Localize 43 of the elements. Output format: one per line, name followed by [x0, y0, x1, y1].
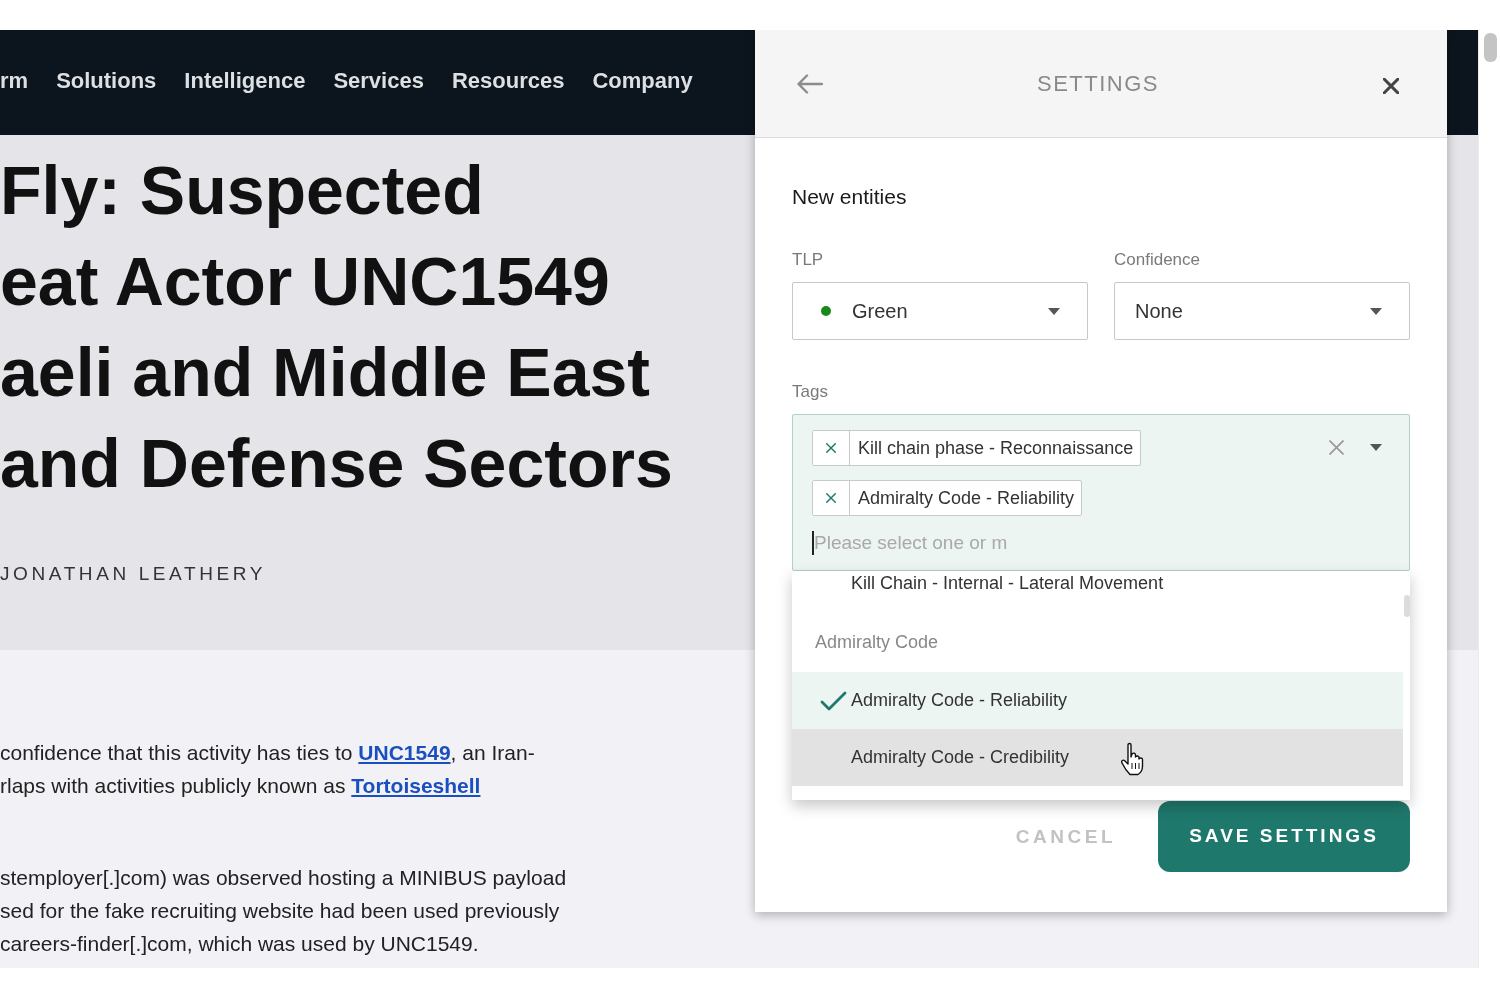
remove-tag-button[interactable] [813, 431, 850, 465]
nav-link[interactable]: Solutions [56, 66, 157, 95]
tags-search-input[interactable]: Please select one or m [812, 527, 1032, 560]
remove-tag-button[interactable] [813, 481, 850, 515]
nav-link[interactable]: rm [0, 66, 29, 95]
nav-link[interactable]: Company [592, 66, 693, 95]
article-paragraph: confidence that this activity has ties to UNC1549, an Iran- rlaps with activities publicly known as Tortoiseshell [0, 740, 535, 799]
save-settings-button[interactable]: SAVE SETTINGS [1158, 801, 1410, 872]
dropdown-option[interactable]: Kill Chain - Internal - Lateral Movement [792, 571, 1403, 612]
article-headline: Fly: Suspected eat Actor UNC1549 aeli and Middle East and Defense Sectors [0, 151, 673, 503]
field-label: Tags [792, 382, 828, 402]
author-name: JONATHAN LEATHERY [0, 562, 267, 586]
field-label: Confidence [1114, 250, 1200, 270]
panel-title: SETTINGS [1037, 70, 1159, 98]
dropdown-option[interactable]: Admiralty Code - Credibility [792, 729, 1403, 786]
close-icon [826, 443, 836, 453]
scrollbar-thumb[interactable] [1484, 33, 1497, 62]
text-cursor-icon [812, 531, 814, 555]
section-title: New entities [792, 184, 907, 210]
back-arrow-icon[interactable] [797, 73, 823, 94]
confidence-select[interactable]: None [1114, 282, 1410, 340]
nav-link[interactable]: Resources [451, 66, 565, 95]
tlp-select[interactable]: Green [792, 282, 1088, 340]
nav-link[interactable]: Intelligence [184, 66, 306, 95]
tag-label: Admiralty Code - Reliability [857, 486, 1076, 510]
tags-field[interactable]: Kill chain phase - Reconnaissance Admiralty Code - Reliability Please select one or m [792, 414, 1410, 571]
article-paragraph: stemployer[.]com) was observed hosting a MINIBUS payload sed for the fake recruiting website had been used previously careers-finder[.]com, which was used by UNC1549. [0, 865, 567, 957]
article-link[interactable]: UNC1549 [358, 741, 451, 764]
check-icon [820, 690, 847, 711]
tag-label: Kill chain phase - Reconnaissance [857, 436, 1135, 460]
dropdown-option[interactable]: Admiralty Code - Reliability [792, 672, 1403, 729]
nav-link[interactable]: Services [333, 66, 424, 95]
dropdown-group-label: Admiralty Code [814, 630, 940, 654]
caret-icon [1370, 307, 1382, 315]
close-icon[interactable] [1383, 77, 1399, 94]
close-icon [826, 493, 836, 503]
pointer-hand-icon [1120, 742, 1146, 776]
caret-icon [1370, 443, 1382, 451]
field-label: TLP [792, 250, 824, 270]
article-link[interactable]: Tortoiseshell [351, 774, 481, 797]
scrollbar-thumb[interactable] [1404, 595, 1410, 617]
caret-icon [1048, 307, 1060, 315]
clear-icon[interactable] [1329, 439, 1344, 455]
